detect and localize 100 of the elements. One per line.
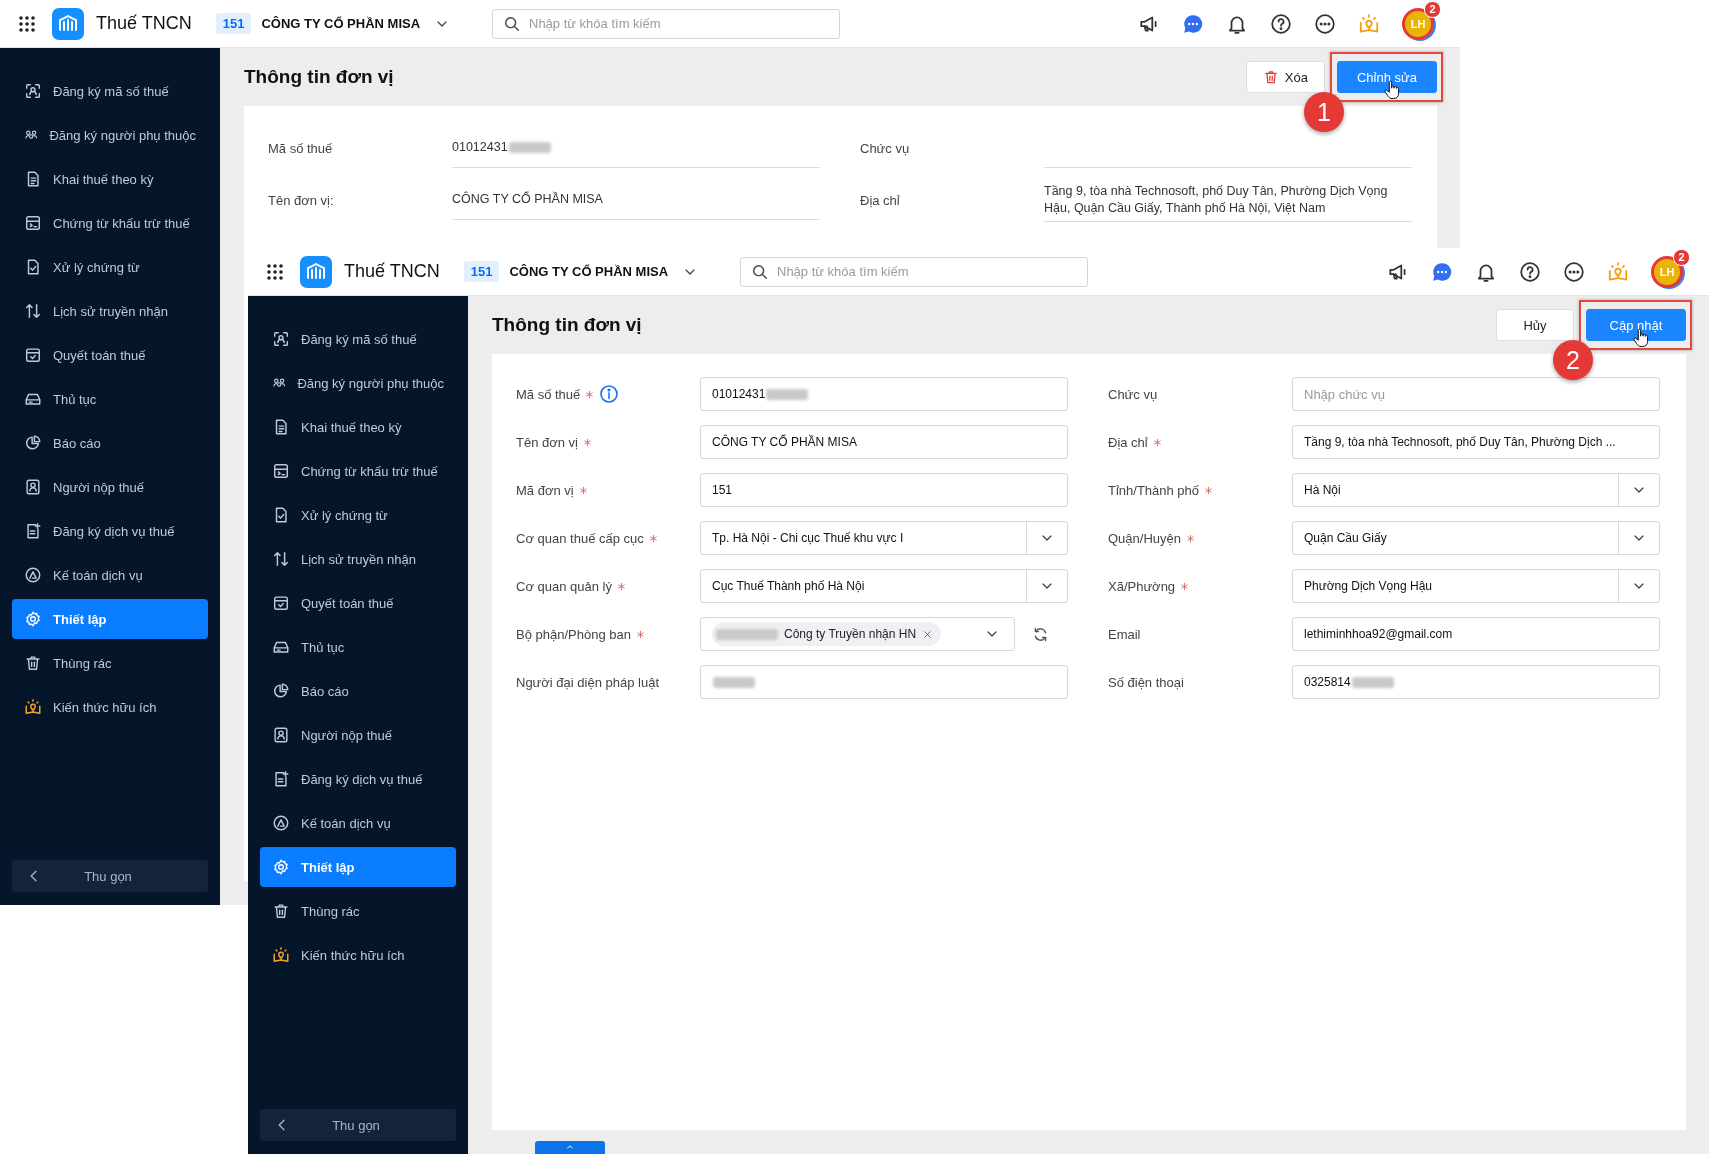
page-title: Thông tin đơn vị	[492, 314, 642, 336]
dropdown-field[interactable]: Tp. Hà Nội - Chi cục Thuế khu vực I	[700, 521, 1068, 555]
primary-button[interactable]: Cập nhật	[1586, 309, 1686, 341]
triangle-circle-icon	[24, 566, 42, 584]
dropdown-field[interactable]: Cục Thuế Thành phố Hà Nội	[700, 569, 1068, 603]
field-label: Địa chỉ	[1108, 434, 1148, 450]
tag-chip[interactable]: Công ty Truyền nhận HN	[712, 622, 942, 646]
sidebar-item[interactable]: Thùng rác	[12, 643, 208, 683]
collapse-button[interactable]: Thu gọn	[12, 860, 208, 892]
trash-icon	[1262, 69, 1279, 85]
lightbulb-book-icon	[1607, 260, 1629, 283]
sidebar-item[interactable]: Đăng ký người phụ thuộc	[12, 115, 208, 155]
user-scan-icon	[24, 82, 42, 100]
more-icon	[1563, 260, 1585, 283]
field-label: Người đại diện pháp luật	[516, 674, 659, 690]
unit-code-badge: 151	[215, 13, 252, 34]
sidebar-item[interactable]: Chứng từ khấu trừ thuế	[260, 451, 456, 491]
apps-grid-icon[interactable]	[266, 262, 284, 281]
text-field[interactable]: 151	[700, 473, 1068, 507]
help-icon	[1270, 12, 1292, 35]
field-label: Tên đơn vị:	[268, 192, 334, 208]
user-card-icon	[24, 478, 42, 496]
sidebar-item[interactable]: Kiến thức hữu ích	[12, 687, 208, 727]
field-label: Mã đơn vị	[516, 482, 574, 498]
pie-chart-icon	[272, 682, 290, 700]
unit-code-badge: 151	[463, 261, 500, 282]
field-value: 01012431	[452, 139, 508, 156]
text-field[interactable]: lethiminhhoa92@gmail.com	[1292, 617, 1660, 651]
calendar-check-icon	[24, 346, 42, 364]
company-name[interactable]: CÔNG TY CỔ PHẦN MISA	[509, 264, 669, 279]
company-name[interactable]: CÔNG TY CỔ PHẦN MISA	[261, 16, 421, 31]
cancel-button[interactable]: Hủy	[1496, 309, 1574, 341]
field-label: Email	[1108, 626, 1141, 642]
help-icon	[1519, 260, 1541, 283]
sidebar-item[interactable]: Kế toán dịch vụ	[260, 803, 456, 843]
sidebar-item[interactable]: Đăng ký dịch vụ thuế	[260, 759, 456, 799]
sidebar-item[interactable]: Đăng ký dịch vụ thuế	[12, 511, 208, 551]
tag-select-field[interactable]: Công ty Truyền nhận HN	[700, 617, 1015, 651]
document-list-icon	[272, 462, 290, 480]
sidebar-item[interactable]: Lịch sử truyền nhận	[12, 291, 208, 331]
sidebar-item[interactable]: Kiến thức hữu ích	[260, 935, 456, 975]
sidebar-item[interactable]: Đăng ký người phụ thuộc	[260, 363, 456, 403]
sidebar-item[interactable]: Thủ tục	[260, 627, 456, 667]
sidebar-item[interactable]: Thiết lập	[260, 847, 456, 887]
sidebar-item[interactable]: Người nộp thuế	[12, 467, 208, 507]
apps-grid-icon[interactable]	[18, 14, 36, 33]
field-label: Chức vụ	[1108, 386, 1158, 402]
sidebar-item[interactable]: Đăng ký mã số thuế	[12, 71, 208, 111]
calendar-check-icon	[272, 594, 290, 612]
sidebar-item[interactable]: Thùng rác	[260, 891, 456, 931]
field-label: Cơ quan quản lý	[516, 578, 612, 594]
field-label: Số điện thoại	[1108, 674, 1184, 690]
field-label: Tỉnh/Thành phố	[1108, 482, 1200, 498]
sidebar-item[interactable]: Thiết lập	[12, 599, 208, 639]
lightbulb-book-icon	[24, 698, 42, 716]
sidebar-item[interactable]: Lịch sử truyền nhận	[260, 539, 456, 579]
field-label: Chức vụ	[860, 140, 910, 156]
dropdown-field[interactable]: Quận Cầu Giấy	[1292, 521, 1660, 555]
text-field[interactable]: 0325814	[1292, 665, 1660, 699]
logo-icon	[52, 7, 84, 40]
sidebar-item[interactable]: Quyết toán thuế	[12, 335, 208, 375]
app-name: Thuế TNCN	[96, 13, 192, 34]
sidebar-item[interactable]: Khai thuế theo kỳ	[12, 159, 208, 199]
trash-icon	[24, 654, 42, 672]
sidebar-item[interactable]: Xử lý chứng từ	[12, 247, 208, 287]
dropdown-field[interactable]: Phường Dịch Vọng Hậu	[1292, 569, 1660, 603]
collapse-button[interactable]: Thu gọn	[260, 1109, 456, 1141]
delete-button[interactable]: Xóa	[1245, 61, 1325, 93]
sidebar-item[interactable]: Chứng từ khấu trừ thuế	[12, 203, 208, 243]
sidebar-item[interactable]: Báo cáo	[260, 671, 456, 711]
sidebar-item[interactable]: Báo cáo	[12, 423, 208, 463]
sidebar-item[interactable]: Khai thuế theo kỳ	[260, 407, 456, 447]
app-name: Thuế TNCN	[344, 261, 440, 282]
primary-button[interactable]: Chỉnh sửa	[1337, 61, 1437, 93]
sidebar-item[interactable]: Người nộp thuế	[260, 715, 456, 755]
text-field[interactable]	[700, 665, 1068, 699]
sidebar-item[interactable]: Thủ tục	[12, 379, 208, 419]
field-label: Bộ phận/Phòng ban	[516, 626, 631, 642]
search-icon	[503, 14, 521, 33]
sidebar-item[interactable]: Quyết toán thuế	[260, 583, 456, 623]
sidebar-item[interactable]: Đăng ký mã số thuế	[260, 319, 456, 359]
settings-icon	[272, 858, 290, 876]
text-field[interactable]: CÔNG TY CỔ PHẦN MISA	[700, 425, 1068, 459]
field-label: Quận/Huyện	[1108, 530, 1181, 546]
chat-icon[interactable]	[1182, 12, 1204, 35]
dropdown-field[interactable]: Hà Nội	[1292, 473, 1660, 507]
document-list-icon	[24, 214, 42, 232]
sidebar-item[interactable]: Kế toán dịch vụ	[12, 555, 208, 595]
chat-icon[interactable]	[1431, 260, 1453, 283]
field-label: Tên đơn vị	[516, 434, 578, 450]
text-field[interactable]: Tầng 9, tòa nhà Technosoft, phố Duy Tân, Phường Dịch ...	[1292, 425, 1660, 459]
sidebar-item[interactable]: Xử lý chứng từ	[260, 495, 456, 535]
logo-icon	[300, 255, 332, 288]
arrows-up-down-icon	[272, 550, 290, 568]
field-label: Xã/Phường	[1108, 578, 1176, 594]
notification-badge: 2	[1424, 0, 1441, 18]
user-card-icon	[272, 726, 290, 744]
text-field[interactable]: 01012431	[700, 377, 1068, 411]
info-icon[interactable]	[599, 384, 620, 404]
field-label: Cơ quan thuế cấp cục	[516, 530, 644, 546]
